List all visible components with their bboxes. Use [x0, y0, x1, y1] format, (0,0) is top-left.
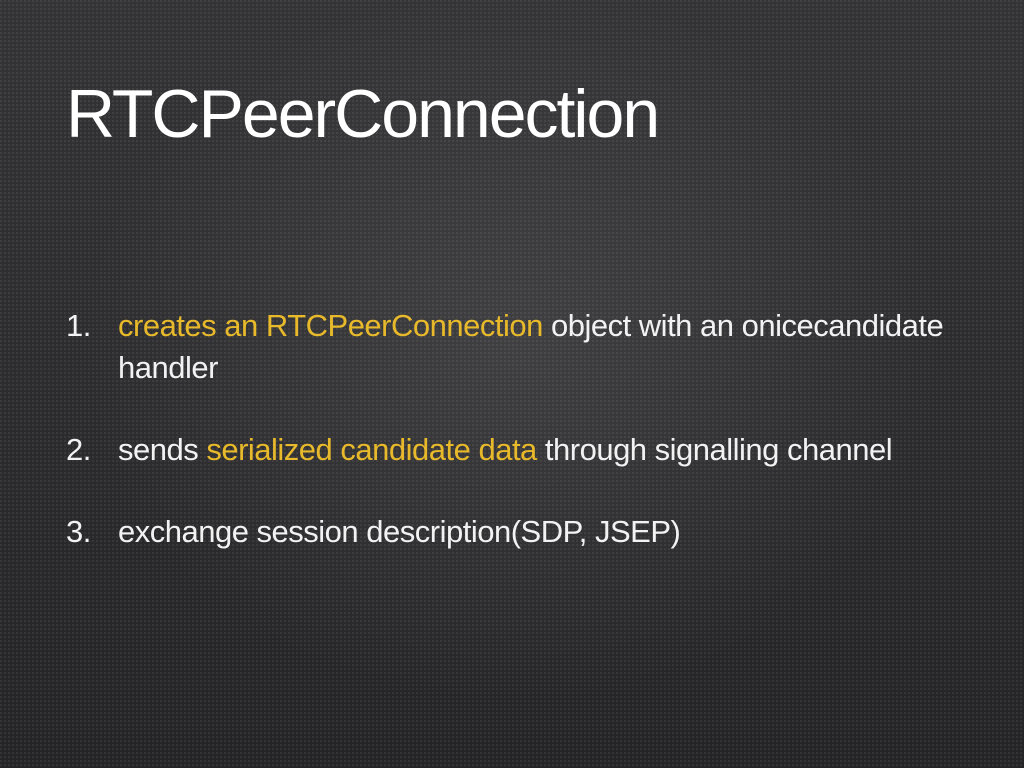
list-item: 1. creates an RTCPeerConnection object w… [66, 305, 946, 389]
highlighted-text: serialized candidate data [206, 432, 537, 467]
list-item-text: sends serialized candidate data through … [118, 429, 946, 471]
list-item-text: creates an RTCPeerConnection object with… [118, 305, 946, 389]
slide: RTCPeerConnection 1. creates an RTCPeerC… [0, 0, 1024, 768]
list-item-number: 1. [66, 308, 91, 343]
list-item-number: 2. [66, 432, 91, 467]
numbered-list: 1. creates an RTCPeerConnection object w… [66, 305, 946, 593]
slide-title: RTCPeerConnection [66, 76, 660, 152]
plain-text: through signalling channel [536, 432, 893, 467]
list-item: 3. exchange session description(SDP, JSE… [66, 511, 946, 553]
list-item: 2. sends serialized candidate data throu… [66, 429, 946, 471]
plain-text: sends [118, 432, 207, 467]
highlighted-text: creates an RTCPeerConnection [118, 308, 543, 343]
list-item-text: exchange session description(SDP, JSEP) [118, 511, 946, 553]
plain-text: exchange session description(SDP, JSEP) [118, 514, 681, 549]
list-item-number: 3. [66, 514, 91, 549]
